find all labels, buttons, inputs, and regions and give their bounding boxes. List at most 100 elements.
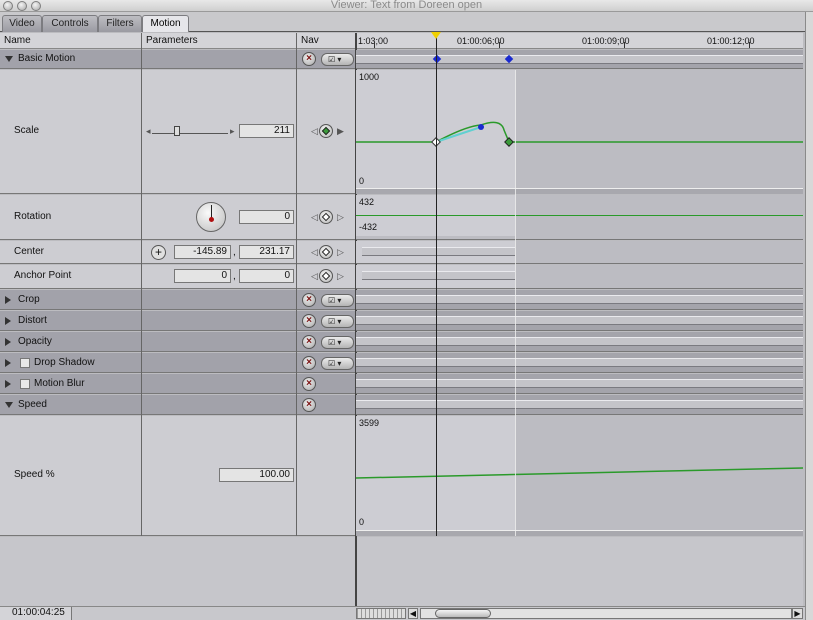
scale-slider-thumb[interactable] [174, 126, 181, 136]
rotation-dial-icon[interactable] [196, 202, 226, 232]
reset-x-icon[interactable]: × [302, 293, 316, 307]
section-label: Motion Blur [34, 378, 85, 389]
tab-video[interactable]: Video [2, 15, 42, 32]
param-label: Speed % [14, 469, 55, 480]
enable-checkbox[interactable] [20, 358, 30, 368]
tab-controls[interactable]: Controls [42, 15, 98, 32]
reset-x-icon[interactable]: × [302, 314, 316, 328]
timeline-scrollbar[interactable] [420, 608, 792, 619]
keyframe-diamond-icon[interactable] [319, 124, 333, 138]
current-timecode[interactable]: 01:00:04:25 [0, 607, 72, 620]
scroll-left-arrow-icon[interactable]: ◀ [408, 608, 418, 619]
timeline-row-distort [356, 311, 803, 331]
speed-curve [356, 467, 803, 479]
prev-keyframe-icon[interactable]: ◁ [311, 246, 318, 258]
rotation-graph[interactable]: 432 -432 [356, 195, 803, 240]
disclosure-expanded-icon[interactable] [5, 56, 13, 62]
scale-value-field[interactable]: 211 [239, 124, 294, 138]
param-label: Center [14, 246, 45, 257]
prev-keyframe-icon[interactable]: ◁ [311, 211, 318, 223]
section-label: Basic Motion [18, 53, 76, 64]
keyframe-diamond-icon[interactable] [319, 269, 333, 283]
playhead-line[interactable] [436, 33, 437, 536]
rotation-value-field[interactable]: 0 [239, 210, 294, 224]
speed-value-field[interactable]: 100.00 [219, 468, 294, 482]
clip-end-marker [515, 70, 516, 536]
enable-checkbox[interactable] [20, 379, 30, 389]
disclosure-collapsed-icon[interactable] [5, 296, 11, 304]
close-window-button[interactable] [3, 1, 13, 11]
disclosure-collapsed-icon[interactable] [5, 338, 11, 346]
anchor-y-field[interactable]: 0 [239, 269, 294, 283]
graph-max-label: 432 [359, 197, 375, 207]
options-menu-icon[interactable]: ☑ ▾ [321, 294, 354, 307]
next-keyframe-icon[interactable]: ▷ [337, 270, 344, 282]
column-header-name: Name [0, 33, 141, 49]
keyframe-diamond-icon[interactable] [319, 245, 333, 259]
section-speed: Speed × [0, 395, 355, 415]
parameters-empty-area [0, 537, 355, 606]
reset-x-icon[interactable]: × [302, 356, 316, 370]
section-motion-blur: Motion Blur × [0, 374, 355, 394]
slider-left-arrow-icon[interactable]: ◂ [146, 125, 151, 137]
timeline-ruler[interactable]: 1:03;00 01:00:06;00 01:00:09;00 01:00:12… [356, 33, 803, 49]
timeline-row-motion-blur [356, 374, 803, 394]
crosshair-icon[interactable]: + [151, 245, 166, 260]
tab-motion[interactable]: Motion [142, 15, 189, 32]
slider-right-arrow-icon[interactable]: ▸ [230, 125, 235, 137]
zoom-slider[interactable] [356, 608, 406, 619]
timeline-row-opacity [356, 332, 803, 352]
next-keyframe-icon[interactable]: ▶ [337, 125, 344, 137]
section-opacity: Opacity × ☑ ▾ [0, 332, 355, 352]
zoom-window-button[interactable] [31, 1, 41, 11]
scroll-right-arrow-icon[interactable]: ▶ [792, 608, 803, 619]
options-menu-icon[interactable]: ☑ ▾ [321, 53, 354, 66]
disclosure-expanded-icon[interactable] [5, 402, 13, 408]
options-menu-icon[interactable]: ☑ ▾ [321, 315, 354, 328]
disclosure-collapsed-icon[interactable] [5, 317, 11, 325]
reset-x-icon[interactable]: × [302, 335, 316, 349]
timeline-row-crop [356, 290, 803, 310]
disclosure-collapsed-icon[interactable] [5, 380, 11, 388]
prev-keyframe-icon[interactable]: ◁ [311, 270, 318, 282]
param-row-speed-percent: Speed % 100.00 [0, 416, 355, 536]
section-crop: Crop × ☑ ▾ [0, 290, 355, 310]
rotation-curve [356, 215, 803, 216]
speed-graph[interactable]: 3599 0 [356, 416, 803, 536]
section-label: Distort [18, 315, 47, 326]
options-menu-icon[interactable]: ☑ ▾ [321, 336, 354, 349]
next-keyframe-icon[interactable]: ▷ [337, 211, 344, 223]
scale-slider-track[interactable] [152, 128, 228, 134]
ruler-label: 01:00:09;00 [582, 36, 630, 46]
param-row-scale: Scale ◂ ▸ 211 ◁ ▶ [0, 70, 355, 194]
keyframe-diamond-icon[interactable] [319, 210, 333, 224]
reset-x-icon[interactable]: × [302, 398, 316, 412]
param-label: Rotation [14, 211, 52, 222]
options-menu-icon[interactable]: ☑ ▾ [321, 357, 354, 370]
anchor-x-field[interactable]: 0 [174, 269, 231, 283]
playhead-marker-icon[interactable] [431, 32, 441, 39]
ruler-label: 01:00:12;00 [707, 36, 755, 46]
timeline-row-center [356, 241, 803, 264]
column-divider [296, 33, 297, 536]
scrollbar-thumb[interactable] [435, 609, 491, 618]
param-row-anchor-point: Anchor Point 0 , 0 ◁ ▷ [0, 265, 355, 289]
column-header-parameters: Parameters [142, 33, 296, 49]
param-row-center: Center + -145.89 , 231.17 ◁ ▷ [0, 241, 355, 264]
center-y-field[interactable]: 231.17 [239, 245, 294, 259]
prev-keyframe-icon[interactable]: ◁ [311, 125, 318, 137]
disclosure-collapsed-icon[interactable] [5, 359, 11, 367]
reset-x-icon[interactable]: × [302, 52, 316, 66]
bezier-handle [478, 124, 484, 130]
scale-graph[interactable]: 1000 0 [356, 70, 803, 194]
column-header-nav: Nav [297, 33, 355, 49]
column-divider [141, 33, 142, 536]
next-keyframe-icon[interactable]: ▷ [337, 246, 344, 258]
reset-x-icon[interactable]: × [302, 377, 316, 391]
coordinate-separator: , [233, 271, 236, 282]
tab-filters[interactable]: Filters [98, 15, 142, 32]
center-x-field[interactable]: -145.89 [174, 245, 231, 259]
section-basic-motion: Basic Motion × ☑ ▾ [0, 50, 355, 69]
window-title: Viewer: Text from Doreen open [330, 0, 483, 11]
minimize-window-button[interactable] [17, 1, 27, 11]
